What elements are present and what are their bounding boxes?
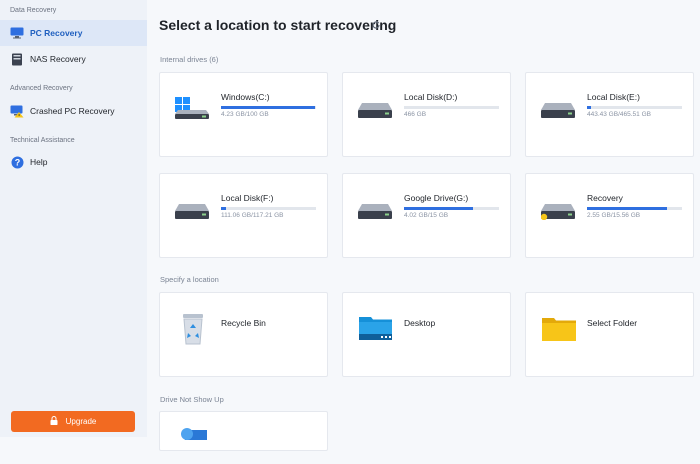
usage-fill — [221, 207, 226, 210]
drive-card-d[interactable]: Local Disk(D:) 466 GB — [342, 72, 511, 157]
sidebar-item-label: PC Recovery — [30, 28, 83, 38]
hard-drive-icon — [358, 103, 392, 118]
usage-bar — [221, 207, 316, 210]
windows-drive-icon — [175, 97, 209, 119]
sidebar-item-crashed-pc-recovery[interactable]: Crashed PC Recovery — [0, 98, 147, 124]
specify-location-label: Specify a location — [160, 275, 219, 284]
sidebar-item-pc-recovery[interactable]: PC Recovery — [0, 20, 147, 46]
usage-bar — [404, 106, 499, 109]
sidebar-item-help[interactable]: ? Help — [0, 149, 147, 175]
sidebar-item-label: NAS Recovery — [30, 54, 86, 64]
drive-size: 4.02 GB/15 GB — [404, 212, 449, 219]
drive-size: 443.43 GB/465.51 GB — [587, 111, 651, 118]
recovery-drive-icon — [541, 204, 575, 220]
desktop-folder-icon — [359, 317, 392, 340]
drive-name: Local Disk(E:) — [587, 92, 640, 102]
drive-size: 111.06 GB/117.21 GB — [221, 212, 284, 219]
usage-fill — [404, 207, 474, 210]
location-card-select-folder[interactable]: Select Folder — [525, 292, 694, 377]
crashed-pc-icon — [10, 104, 24, 118]
section-technical-assistance: Technical Assistance — [10, 137, 75, 144]
nas-icon — [10, 52, 24, 66]
usage-bar — [587, 207, 682, 210]
location-name: Select Folder — [587, 318, 638, 328]
location-name: Recycle Bin — [221, 318, 266, 328]
location-card-recycle-bin[interactable]: Recycle Bin — [159, 292, 328, 377]
page-title: Select a location to start recovering — [159, 17, 397, 33]
main-panel: Select a location to start recovering In… — [147, 0, 700, 451]
usage-fill — [221, 106, 316, 109]
usage-bar — [587, 106, 682, 109]
hard-drive-icon — [541, 103, 575, 118]
drive-name: Local Disk(D:) — [404, 92, 458, 102]
sidebar-item-label: Crashed PC Recovery — [30, 106, 115, 116]
hard-drive-icon — [358, 204, 392, 219]
drive-card-e[interactable]: Local Disk(E:) 443.43 GB/465.51 GB — [525, 72, 694, 157]
drive-name: Local Disk(F:) — [221, 193, 274, 203]
drive-size: 4.23 GB/100 GB — [221, 111, 269, 118]
monitor-icon — [10, 26, 24, 40]
lock-icon — [50, 416, 58, 427]
section-advanced-recovery: Advanced Recovery — [10, 85, 73, 92]
drive-card-recovery[interactable]: Recovery 2.55 GB/15.56 GB — [525, 173, 694, 258]
drive-card-g[interactable]: Google Drive(G:) 4.02 GB/15 GB — [342, 173, 511, 258]
drive-name: Windows(C:) — [221, 92, 270, 102]
upgrade-label: Upgrade — [65, 417, 97, 426]
drive-card-f[interactable]: Local Disk(F:) 111.06 GB/117.21 GB — [159, 173, 328, 258]
usage-fill — [587, 207, 667, 210]
sidebar-item-nas-recovery[interactable]: NAS Recovery — [0, 46, 147, 72]
help-icon: ? — [10, 155, 24, 169]
sidebar-item-label: Help — [30, 157, 48, 167]
drive-not-show-up-label: Drive Not Show Up — [160, 395, 224, 404]
folder-icon — [542, 318, 576, 341]
hard-drive-icon — [175, 204, 209, 219]
usage-bar — [404, 207, 499, 210]
sidebar: Data Recovery PC Recovery NAS Recovery A… — [0, 0, 147, 437]
refresh-icon[interactable] — [371, 20, 381, 30]
usage-bar — [221, 106, 316, 109]
location-name: Desktop — [404, 318, 436, 328]
svg-text:?: ? — [14, 157, 20, 167]
recycle-bin-icon — [183, 314, 203, 345]
location-card-desktop[interactable]: Desktop — [342, 292, 511, 377]
section-data-recovery: Data Recovery — [10, 7, 57, 14]
drive-card-c[interactable]: Windows(C:) 4.23 GB/100 GB — [159, 72, 328, 157]
upgrade-button[interactable]: Upgrade — [11, 411, 135, 432]
location-card-drive-not-show-up[interactable] — [159, 411, 328, 451]
drive-name: Recovery — [587, 193, 623, 203]
internal-drives-label: Internal drives (6) — [160, 55, 219, 64]
cloud-drive-icon — [181, 428, 207, 440]
drive-size: 466 GB — [404, 111, 427, 118]
drive-name: Google Drive(G:) — [404, 193, 469, 203]
drive-size: 2.55 GB/15.56 GB — [587, 212, 641, 219]
usage-fill — [587, 106, 591, 109]
